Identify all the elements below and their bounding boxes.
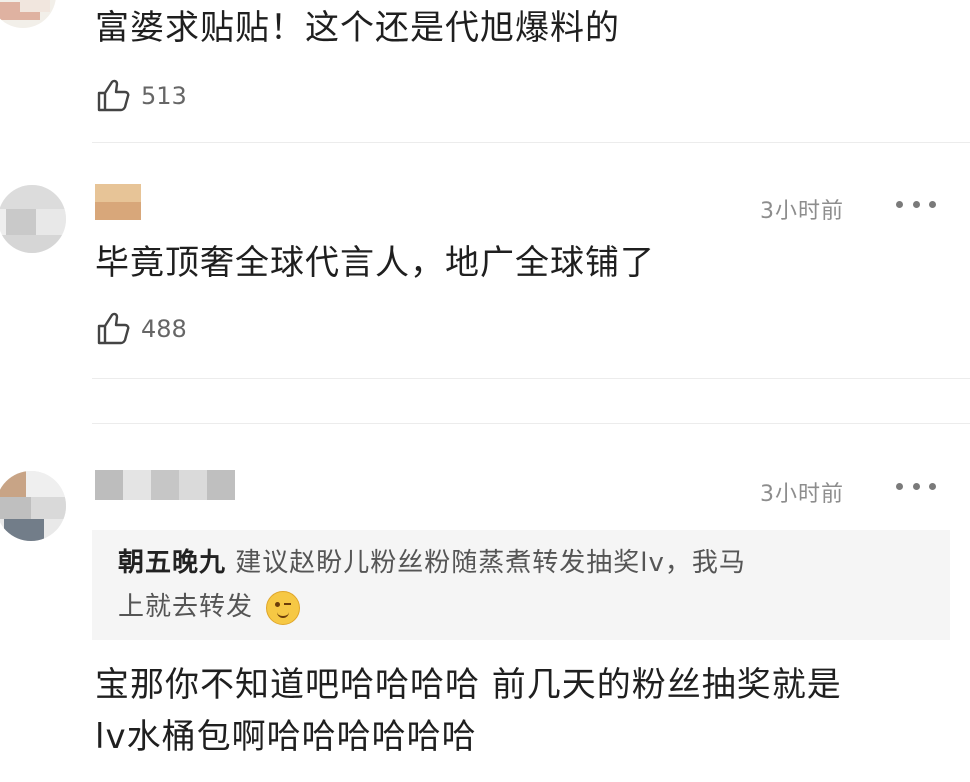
divider — [92, 423, 970, 424]
comment-text: 毕竟顶奢全球代言人，地广全球铺了 — [95, 243, 655, 283]
comment-text: 富婆求贴贴！这个还是代旭爆料的 — [95, 8, 620, 48]
wink-emoji-icon — [266, 590, 301, 625]
divider — [92, 378, 970, 379]
comment-text-line1: 宝那你不知道吧哈哈哈哈 前几天的粉丝抽奖就是 — [95, 665, 842, 705]
thumbs-up-icon — [97, 79, 130, 112]
commenter-name-blurred[interactable] — [95, 470, 235, 500]
more-dots-icon[interactable] — [896, 194, 936, 214]
comment-time: 3小时前 — [760, 199, 844, 224]
like-count: 488 — [141, 315, 187, 343]
comment-text-line2: lv水桶包啊哈哈哈哈哈哈 — [95, 717, 477, 757]
commenter-avatar[interactable] — [0, 471, 66, 541]
reply-text-line2: 上就去转发 — [118, 592, 254, 622]
reply-author[interactable]: 朝五晚九 — [118, 548, 226, 578]
like-count: 513 — [141, 82, 187, 110]
commenter-avatar[interactable] — [0, 185, 66, 253]
commenter-avatar[interactable] — [0, 0, 56, 28]
comment-time: 3小时前 — [760, 482, 844, 507]
like-button[interactable]: 513 — [95, 78, 187, 114]
more-dots-icon[interactable] — [896, 476, 936, 496]
reply-text-line1: 建议赵盼儿粉丝粉随蒸煮转发抽奖lv，我马 — [235, 548, 746, 578]
divider — [92, 142, 970, 143]
thumbs-up-icon — [97, 312, 130, 345]
quoted-reply[interactable]: 朝五晚九 建议赵盼儿粉丝粉随蒸煮转发抽奖lv，我马 上就去转发 — [92, 530, 950, 640]
commenter-name-blurred[interactable] — [95, 184, 141, 220]
like-button[interactable]: 488 — [95, 311, 187, 347]
